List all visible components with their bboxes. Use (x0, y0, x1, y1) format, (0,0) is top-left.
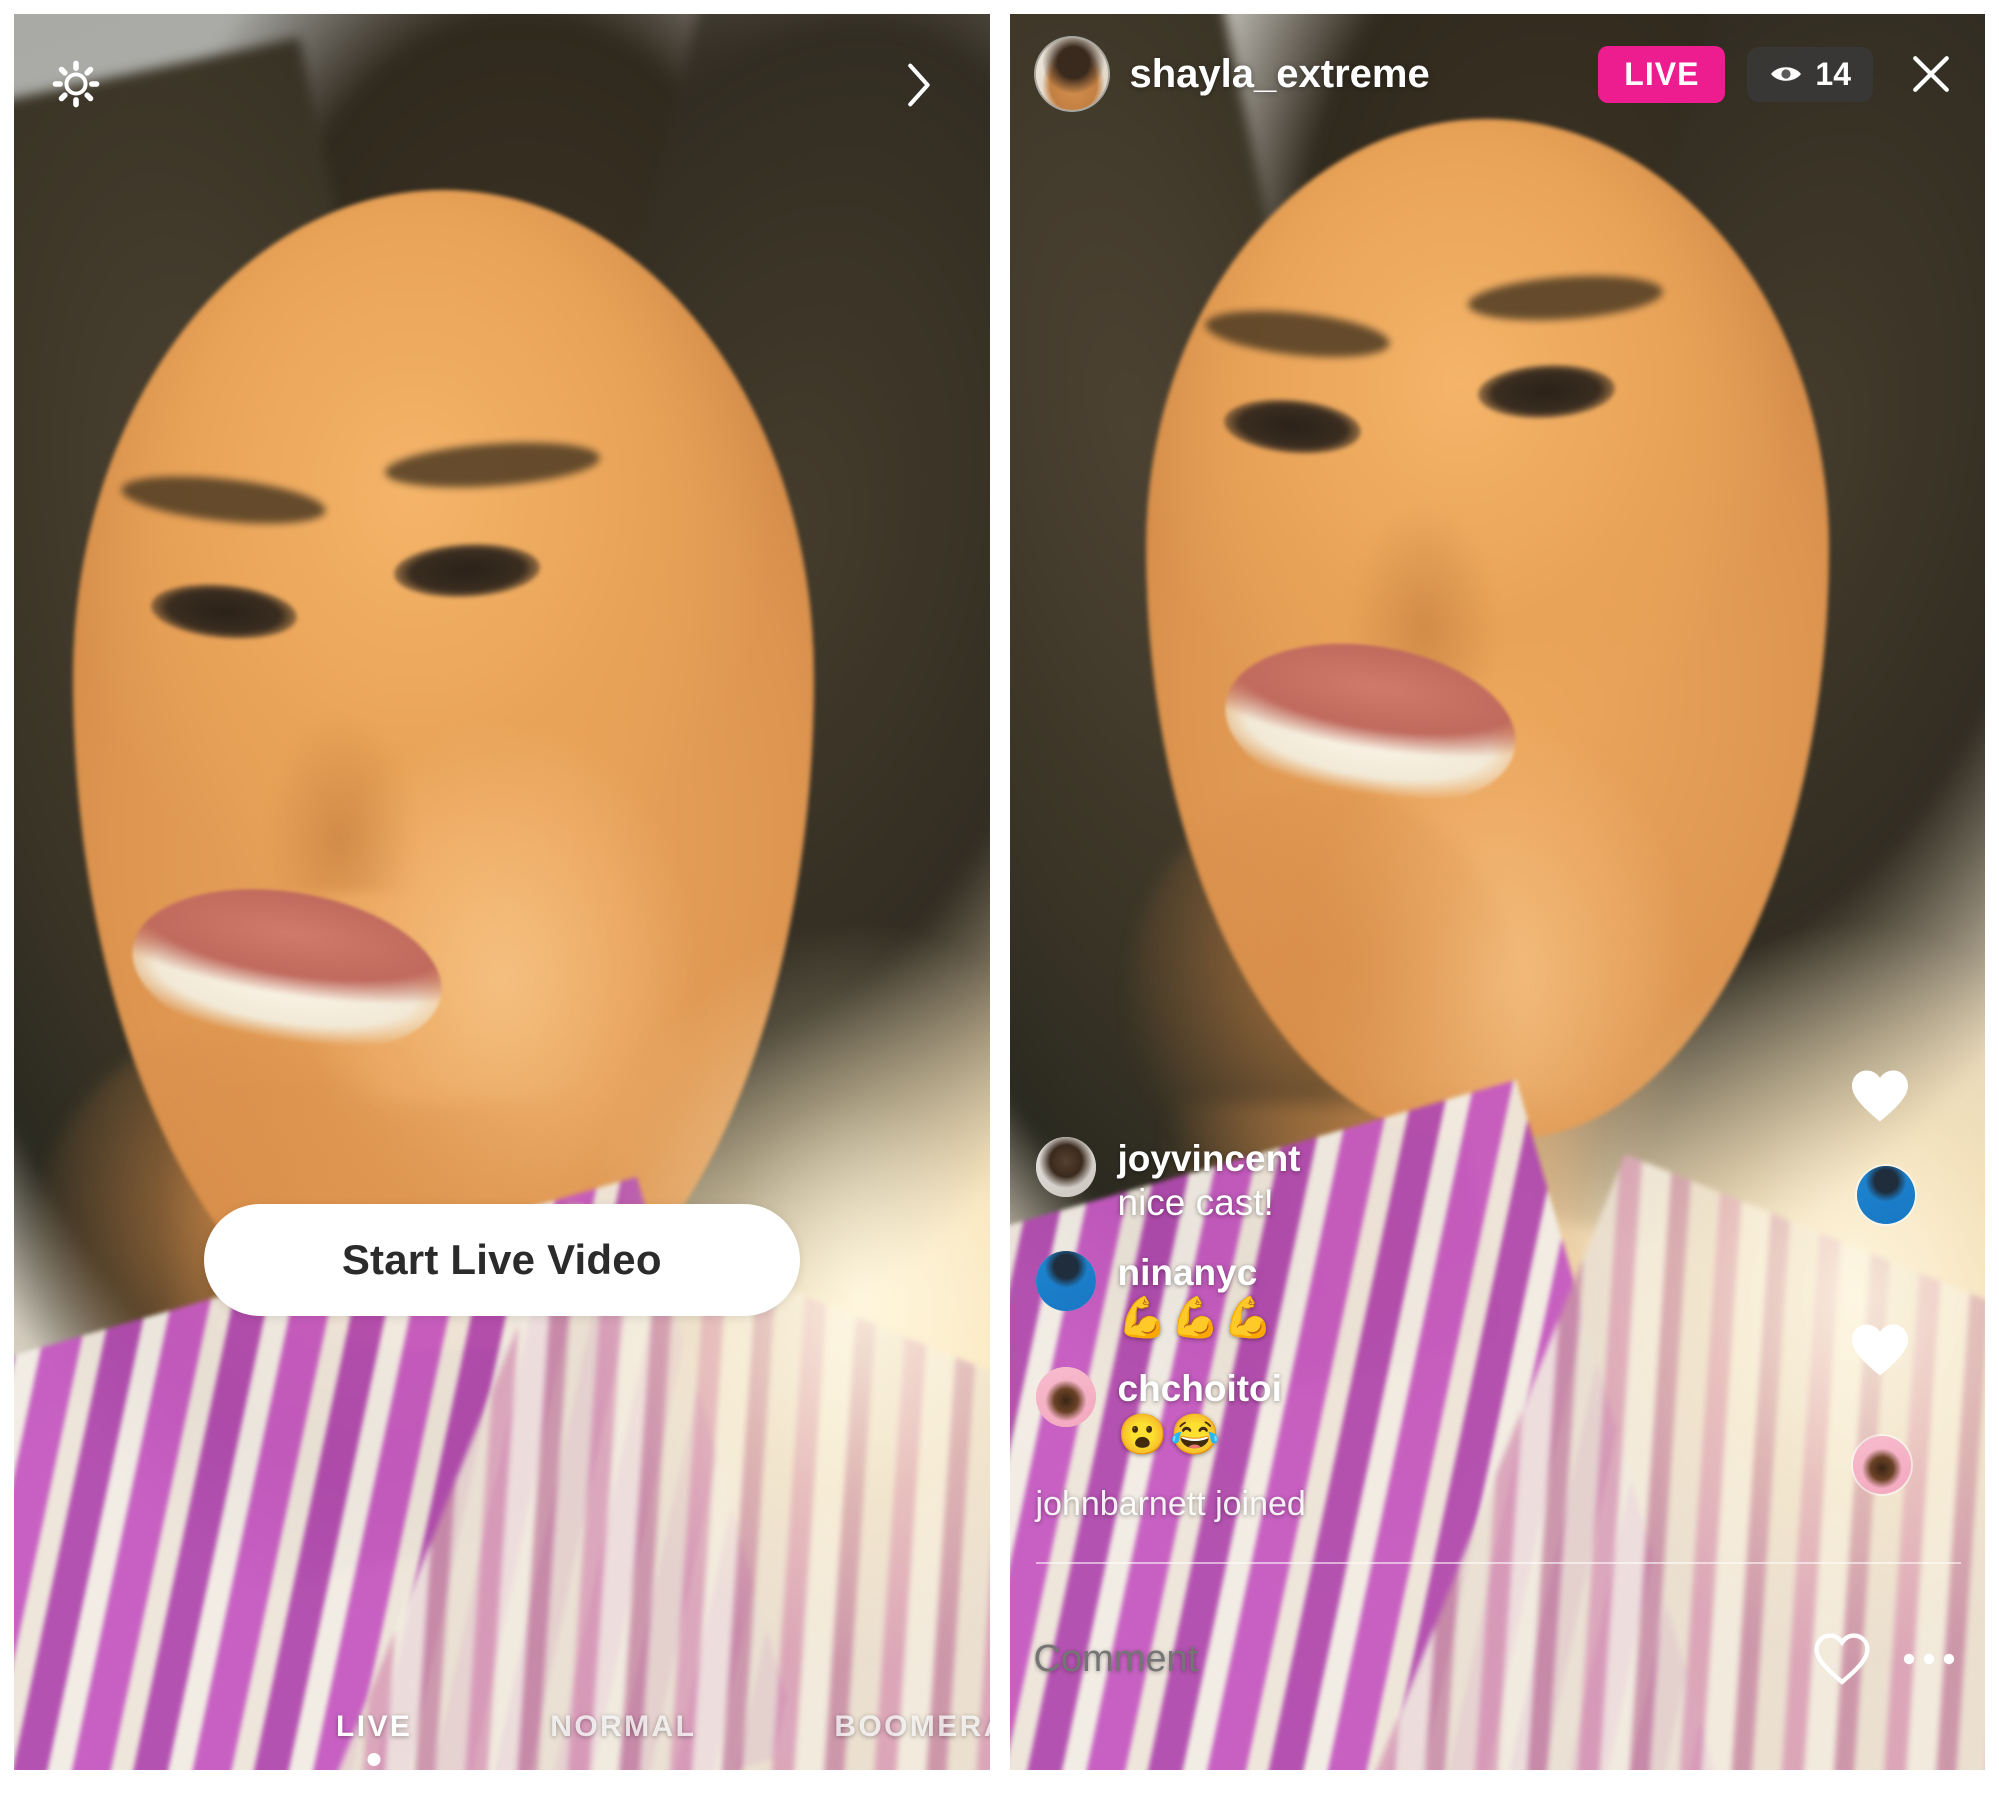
comment-input[interactable] (1033, 1637, 1811, 1681)
start-live-video-button[interactable]: Start Live Video (203, 1204, 800, 1316)
live-header: shayla_extreme LIVE 14 (1010, 14, 1986, 134)
screenshot-root: Start Live Video LIVE NORMAL BOOMERANG (0, 0, 1999, 1793)
status-badge-live: LIVE (1598, 45, 1726, 103)
broadcaster-avatar[interactable] (1035, 38, 1108, 110)
joiner-avatar (1857, 1166, 1915, 1224)
commenter-avatar[interactable] (1035, 1250, 1096, 1311)
comment-bar (1033, 1604, 1964, 1714)
more-options-icon[interactable] (1901, 1649, 1957, 1669)
live-broadcast-panel: shayla_extreme LIVE 14 joyvincent nice c… (1009, 14, 1986, 1770)
mode-tab-live[interactable]: LIVE (336, 1710, 412, 1744)
list-item[interactable]: chchoitoi 😮😂 (1035, 1367, 1596, 1458)
mode-tab-normal[interactable]: NORMAL (550, 1710, 696, 1744)
viewer-count-value: 14 (1815, 55, 1851, 92)
camera-mode-tabs: LIVE NORMAL BOOMERANG (14, 1710, 990, 1744)
list-item[interactable]: joyvincent nice cast! (1035, 1137, 1596, 1224)
commenter-username[interactable]: joyvincent (1118, 1139, 1301, 1180)
camera-capture-panel: Start Live Video LIVE NORMAL BOOMERANG (14, 14, 990, 1770)
comment-text: 💪💪💪 (1117, 1296, 1276, 1341)
live-comments-list: joyvincent nice cast! ninanyc 💪💪💪 chchoi… (1035, 1137, 1596, 1458)
broadcaster-username[interactable]: shayla_extreme (1130, 52, 1430, 97)
joiner-avatar (1853, 1436, 1911, 1494)
floating-heart-icon (1849, 1322, 1911, 1378)
comment-text: nice cast! (1117, 1182, 1274, 1224)
mode-tab-boomerang[interactable]: BOOMERANG (834, 1710, 989, 1744)
start-live-video-label: Start Live Video (341, 1236, 662, 1283)
commenter-avatar[interactable] (1035, 1367, 1096, 1428)
comment-bar-divider (1035, 1562, 1961, 1564)
commenter-avatar[interactable] (1035, 1137, 1096, 1198)
chevron-right-icon[interactable] (894, 56, 942, 114)
viewer-count-badge[interactable]: 14 (1747, 46, 1873, 102)
heart-icon[interactable] (1811, 1631, 1873, 1687)
eye-icon (1769, 63, 1803, 85)
gear-icon[interactable] (48, 56, 104, 112)
camera-preview-image (14, 14, 990, 1770)
join-notice: johnbarnett joined (1035, 1485, 1306, 1523)
close-icon[interactable] (1901, 44, 1961, 104)
floating-heart-icon (1849, 1068, 1911, 1124)
commenter-username[interactable]: chchoitoi (1118, 1369, 1282, 1410)
comment-text: 😮😂 (1117, 1413, 1224, 1457)
commenter-username[interactable]: ninanyc (1118, 1252, 1276, 1294)
list-item[interactable]: ninanyc 💪💪💪 (1035, 1250, 1596, 1342)
